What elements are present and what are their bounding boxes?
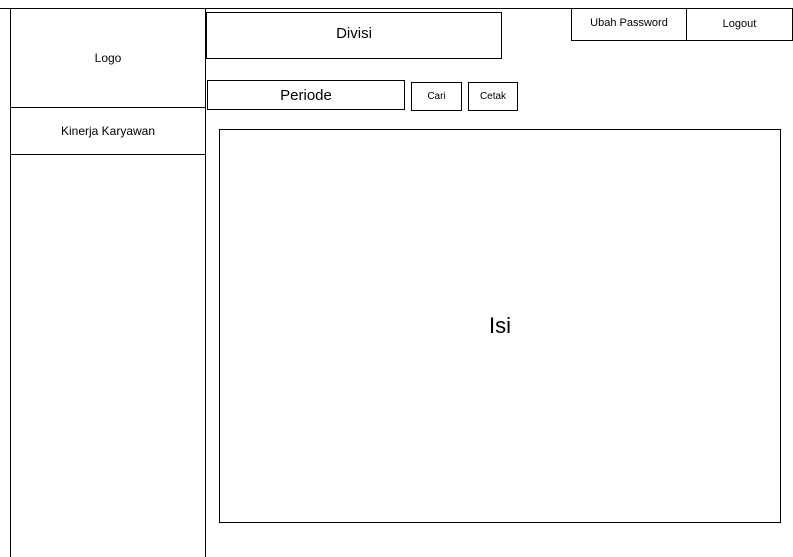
sidebar-item-label: Kinerja Karyawan [60,124,156,138]
divisi-label: Divisi [336,25,372,42]
logout-button[interactable]: Logout [686,8,793,41]
periode-field[interactable]: Periode [207,80,405,110]
periode-label: Periode [280,86,332,104]
logout-label: Logout [722,18,757,30]
content-label: Isi [489,313,511,338]
logo-placeholder: Logo [11,8,205,108]
change-password-button[interactable]: Ubah Password [571,8,687,41]
logo-label: Logo [94,50,122,65]
sidebar-item-kinerja-karyawan[interactable]: Kinerja Karyawan [11,108,205,155]
print-button[interactable]: Cetak [468,82,518,111]
change-password-label: Ubah Password [590,17,668,29]
content-area: Isi [219,129,781,523]
search-button-label: Cari [427,91,446,102]
sidebar: Logo Kinerja Karyawan [10,8,206,557]
divisi-field[interactable]: Divisi [206,12,502,59]
print-button-label: Cetak [479,91,507,102]
search-button[interactable]: Cari [411,82,462,111]
